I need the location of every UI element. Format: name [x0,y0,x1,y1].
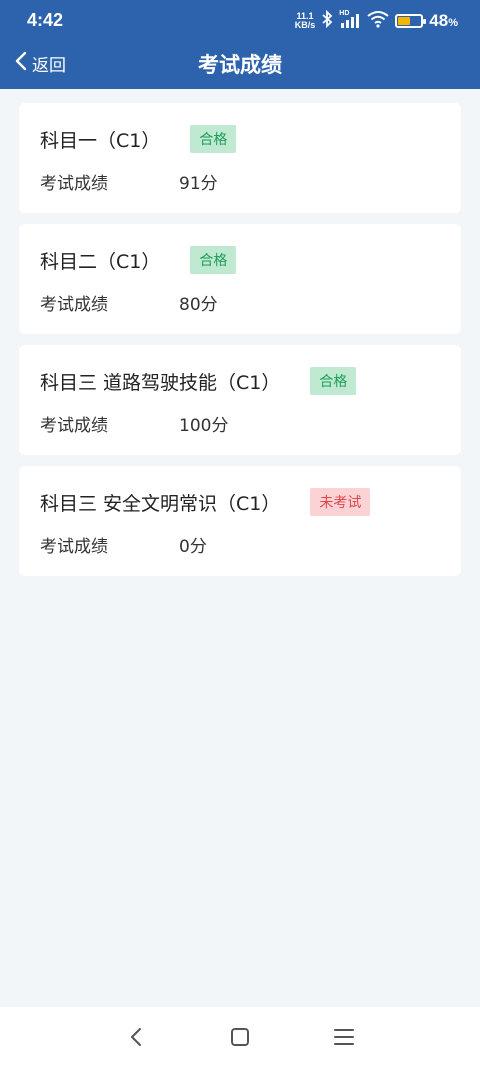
score-label: 考试成绩 [40,537,108,557]
system-nav-bar [0,1007,480,1067]
wifi-icon [367,10,389,32]
status-badge: 合格 [310,367,357,395]
home-icon[interactable] [226,1023,254,1051]
battery-icon [395,14,427,28]
score-value: 100分 [179,416,229,436]
result-card[interactable]: 科目二（C1） 合格 考试成绩 80分 [19,224,461,334]
battery-percent-value: 48 [429,11,449,30]
status-badge: 未考试 [310,488,371,516]
subject-name: 科目三 道路驾驶技能（C1） [40,371,281,394]
page-title: 考试成绩 [198,53,282,77]
app-header: 返回 考试成绩 [0,40,480,89]
net-speed-unit: KB/s [294,20,316,30]
score-value: 0分 [179,537,207,557]
results-list: 科目一（C1） 合格 考试成绩 91分 科目二（C1） 合格 考试成绩 80分 … [19,103,461,587]
score-label: 考试成绩 [40,174,108,194]
back-icon[interactable] [122,1023,150,1051]
subject-name: 科目一（C1） [40,129,161,152]
battery-percent-sign: % [448,17,458,29]
signal-icon: HD [339,10,361,30]
score-label: 考试成绩 [40,295,108,315]
battery-percent: 48% [429,11,458,31]
subject-name: 科目三 安全文明常识（C1） [40,492,281,515]
score-row: 考试成绩 100分 [40,411,228,436]
status-time: 4:42 [27,10,64,30]
score-row: 考试成绩 0分 [40,532,207,557]
score-row: 考试成绩 80分 [40,290,218,315]
top-bar: 4:42 11.1 KB/s HD 48% 返回 考试成绩 [0,0,480,89]
score-value: 91分 [179,174,218,194]
subject-row: 科目二（C1） 合格 [40,246,237,274]
subject-row: 科目一（C1） 合格 [40,125,237,153]
status-badge: 合格 [190,125,237,153]
bluetooth-icon [321,9,333,32]
result-card[interactable]: 科目一（C1） 合格 考试成绩 91分 [19,103,461,213]
status-bar: 4:42 11.1 KB/s HD 48% [0,0,480,40]
status-badge: 合格 [190,246,237,274]
result-card[interactable]: 科目三 道路驾驶技能（C1） 合格 考试成绩 100分 [19,345,461,455]
result-card[interactable]: 科目三 安全文明常识（C1） 未考试 考试成绩 0分 [19,466,461,576]
score-value: 80分 [179,295,218,315]
subject-row: 科目三 安全文明常识（C1） 未考试 [40,488,371,516]
score-label: 考试成绩 [40,416,108,436]
status-icons: 11.1 KB/s HD 48% [295,9,458,32]
score-row: 考试成绩 91分 [40,169,218,194]
net-speed: 11.1 KB/s [295,12,316,30]
subject-name: 科目二（C1） [40,250,161,273]
menu-icon[interactable] [330,1023,358,1051]
subject-row: 科目三 道路驾驶技能（C1） 合格 [40,367,357,395]
battery-fill [398,17,410,25]
